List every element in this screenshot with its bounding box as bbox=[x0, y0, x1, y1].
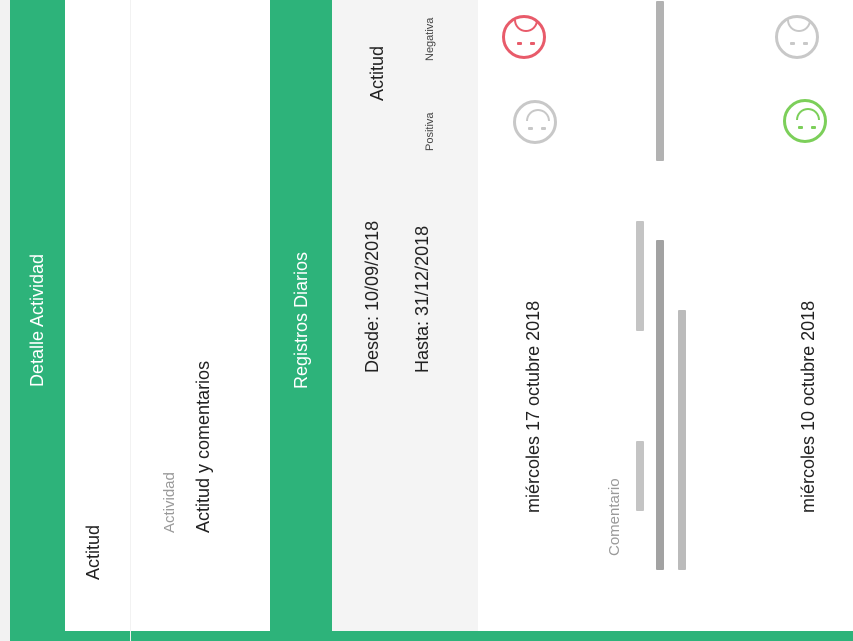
legend-negative: Negativa bbox=[424, 17, 436, 61]
accent-edge bbox=[740, 631, 853, 641]
accent-edge bbox=[65, 631, 130, 641]
activity-value: Actitud y comentarios bbox=[193, 360, 213, 533]
entry-comment-label: Comentario bbox=[606, 478, 623, 556]
activity-label: Actividad bbox=[161, 472, 178, 533]
legend-title: Actitud bbox=[367, 45, 387, 101]
detail-header: Detalle Actividad bbox=[10, 0, 65, 641]
positive-face-icon[interactable] bbox=[513, 100, 557, 144]
accent-edge bbox=[131, 631, 270, 641]
rotated-view: Detalle Actividad Actitud Actividad Acti… bbox=[0, 0, 853, 641]
entry-date: miércoles 10 octubre 2018 bbox=[798, 300, 818, 513]
entry-card: miércoles 10 octubre 2018 bbox=[740, 0, 853, 631]
negative-face-icon[interactable] bbox=[775, 15, 819, 59]
records-header: Registros Diarios bbox=[270, 0, 332, 641]
entry-date: miércoles 17 octubre 2018 bbox=[523, 300, 543, 513]
range-legend-card: Desde: 10/09/2018 Hasta: 31/12/2018 Acti… bbox=[332, 0, 478, 631]
records-header-title: Registros Diarios bbox=[290, 251, 311, 390]
activity-info-card: Actividad Actitud y comentarios bbox=[131, 0, 270, 631]
range-from: Desde: 10/09/2018 bbox=[362, 220, 382, 373]
activity-name: Actitud bbox=[83, 524, 103, 580]
accent-edge bbox=[332, 631, 478, 641]
detail-header-title: Detalle Actividad bbox=[27, 253, 47, 388]
negative-face-icon[interactable] bbox=[502, 15, 546, 59]
positive-face-icon[interactable] bbox=[783, 99, 827, 143]
accent-edge bbox=[478, 631, 740, 641]
entry-card: miércoles 17 octubre 2018 Comentario bbox=[478, 0, 740, 631]
range-to: Hasta: 31/12/2018 bbox=[412, 225, 432, 373]
activity-name-card: Actitud bbox=[65, 0, 130, 631]
legend-positive: Positiva bbox=[424, 112, 436, 151]
screen: Detalle Actividad Actitud Actividad Acti… bbox=[0, 0, 853, 641]
